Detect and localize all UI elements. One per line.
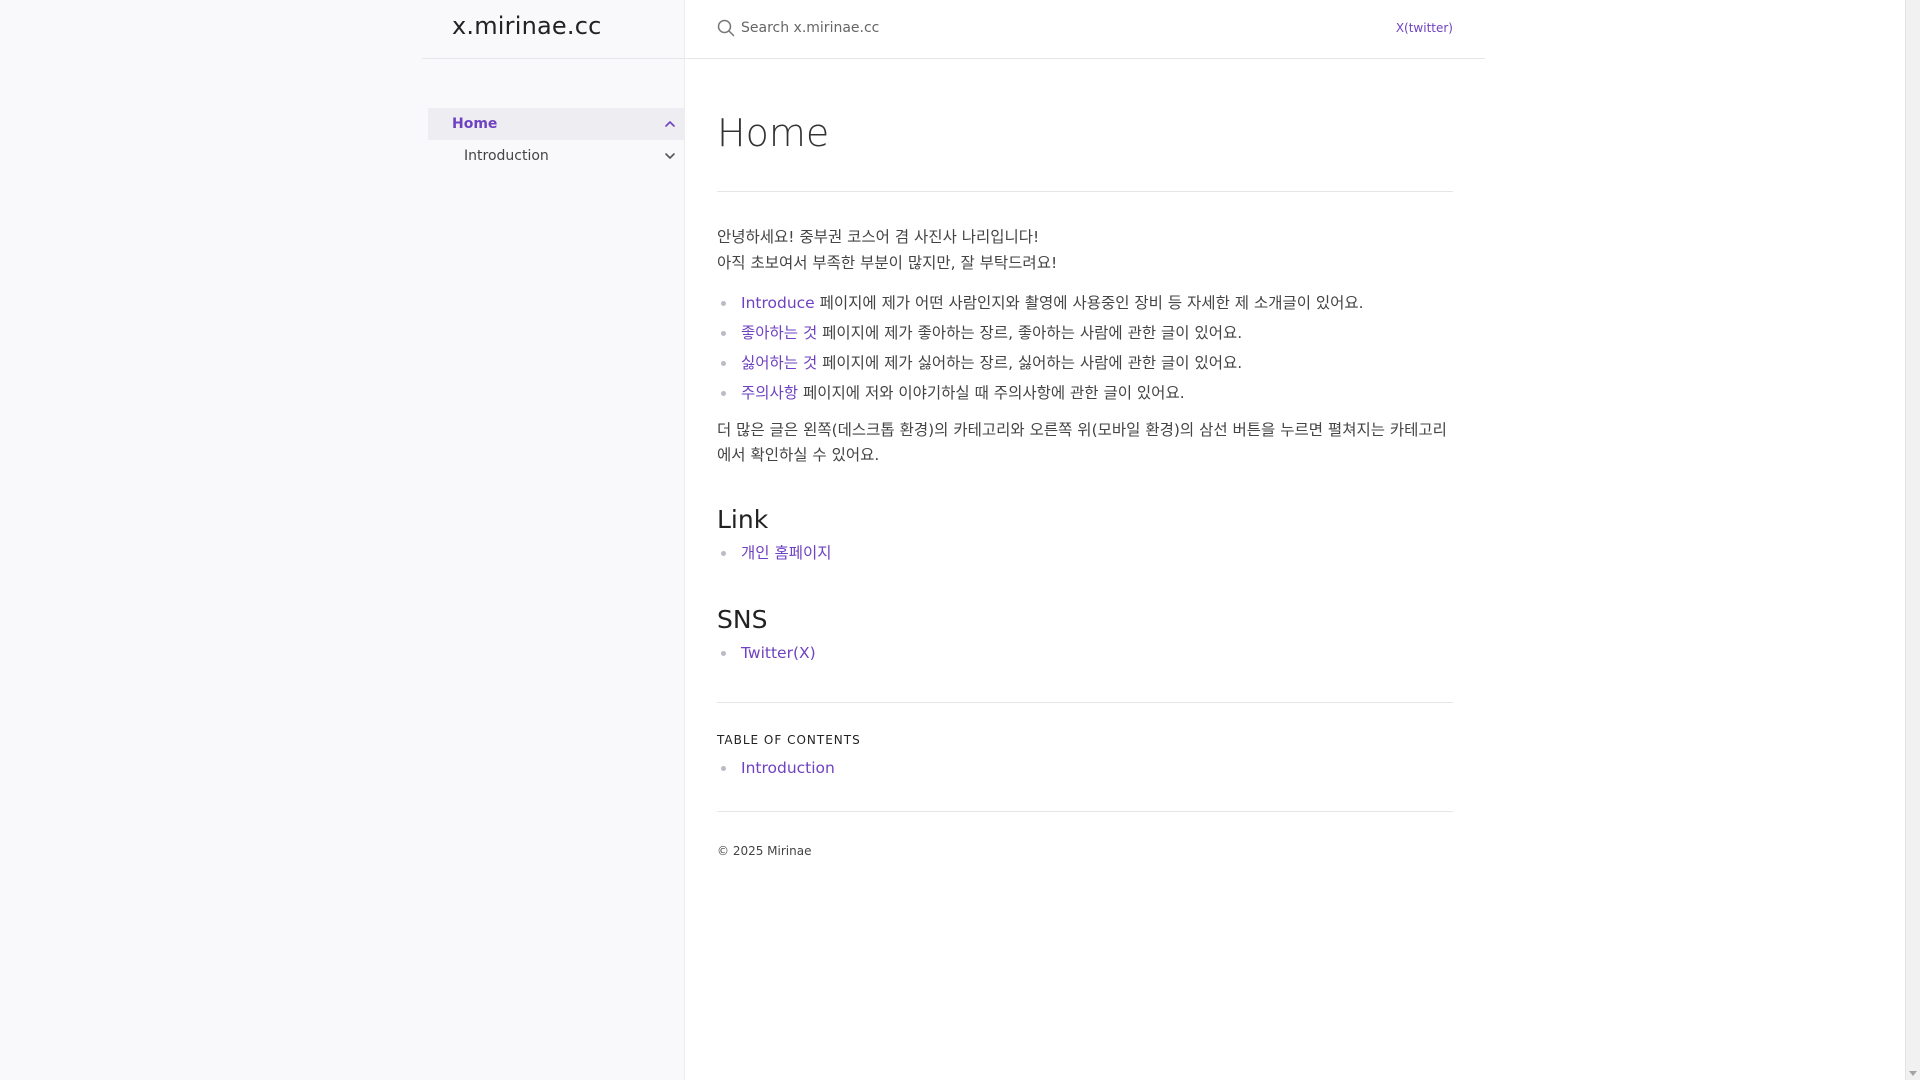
- list-item-text: 페이지에 제가 좋아하는 장르, 좋아하는 사람에 관한 글이 있어요.: [817, 324, 1243, 342]
- sidebar-item-label: Introduction: [464, 148, 549, 164]
- list-item: Introduce 페이지에 제가 어떤 사람인지와 촬영에 사용중인 장비 등…: [717, 288, 1453, 318]
- divider: [717, 702, 1453, 703]
- sidebar-item-home[interactable]: Home: [428, 108, 685, 140]
- homepage-link[interactable]: 개인 홈페이지: [741, 544, 832, 562]
- page-title: Home: [717, 109, 1453, 192]
- sidebar: x.mirinae.cc Home Introduction: [422, 0, 685, 1080]
- scroll-down-arrow-icon[interactable]: [1909, 1071, 1917, 1076]
- sns-list: Twitter(X): [717, 638, 1453, 668]
- intro-line-1: 안녕하세요! 중부권 코스어 겸 사진사 나리입니다!: [717, 228, 1040, 246]
- sns-section-heading: SNS: [717, 605, 768, 634]
- toc-list: Introduction: [717, 753, 1453, 783]
- chevron-up-icon[interactable]: [663, 117, 677, 131]
- site-brand: x.mirinae.cc: [422, 0, 685, 59]
- list-item: Twitter(X): [717, 638, 1453, 668]
- search-box[interactable]: [717, 19, 1041, 37]
- page-links-list: Introduce 페이지에 제가 어떤 사람인지와 촬영에 사용중인 장비 등…: [717, 288, 1453, 408]
- sidebar-item-label: Home: [452, 116, 498, 132]
- list-item: 개인 홈페이지: [717, 538, 1453, 568]
- link-section-heading: Link: [717, 505, 769, 534]
- toc-introduction-link[interactable]: Introduction: [741, 759, 835, 777]
- search-input[interactable]: [741, 20, 1041, 36]
- sidebar-item-introduction[interactable]: Introduction: [428, 140, 685, 172]
- top-bar: X(twitter): [685, 0, 1485, 59]
- main-content: Home 안녕하세요! 중부권 코스어 겸 사진사 나리입니다! 아직 초보여서…: [717, 59, 1453, 858]
- list-item-text: 페이지에 제가 어떤 사람인지와 촬영에 사용중인 장비 등 자세한 제 소개글…: [814, 294, 1364, 312]
- footer-copyright: © 2025 Mirinae: [717, 844, 812, 858]
- list-item: 싫어하는 것 페이지에 제가 싫어하는 장르, 싫어하는 사람에 관한 글이 있…: [717, 348, 1453, 378]
- list-item: Introduction: [717, 753, 1453, 783]
- toc-heading: TABLE OF CONTENTS: [717, 733, 861, 747]
- list-item-text: 페이지에 제가 싫어하는 장르, 싫어하는 사람에 관한 글이 있어요.: [817, 354, 1243, 372]
- intro-text: 안녕하세요! 중부권 코스어 겸 사진사 나리입니다! 아직 초보여서 부족한 …: [717, 224, 1453, 276]
- link-list: 개인 홈페이지: [717, 538, 1453, 568]
- page: x.mirinae.cc Home Introduction Search x.…: [0, 0, 1920, 1080]
- page-scrollbar[interactable]: [1905, 0, 1920, 1080]
- dislikes-link[interactable]: 싫어하는 것: [741, 354, 817, 372]
- twitter-link[interactable]: X(twitter): [1396, 21, 1453, 35]
- sidebar-nav: Home Introduction: [428, 108, 685, 172]
- list-item: 좋아하는 것 페이지에 제가 좋아하는 장르, 좋아하는 사람에 관한 글이 있…: [717, 318, 1453, 348]
- introduce-link[interactable]: Introduce: [741, 294, 815, 312]
- notice-link[interactable]: 주의사항: [741, 384, 798, 402]
- list-item-text: 페이지에 저와 이야기하실 때 주의사항에 관한 글이 있어요.: [798, 384, 1185, 402]
- likes-link[interactable]: 좋아하는 것: [741, 324, 817, 342]
- intro-line-2: 아직 초보여서 부족한 부분이 많지만, 잘 부탁드려요!: [717, 254, 1058, 272]
- search-icon: [717, 19, 735, 37]
- more-info-text: 더 많은 글은 왼쪽(데스크톱 환경)의 카테고리와 오른쪽 위(모바일 환경)…: [717, 421, 1447, 464]
- twitter-x-link[interactable]: Twitter(X): [741, 644, 816, 662]
- site-brand-link[interactable]: x.mirinae.cc: [452, 12, 602, 40]
- list-item: 주의사항 페이지에 저와 이야기하실 때 주의사항에 관한 글이 있어요.: [717, 378, 1453, 408]
- divider: [717, 811, 1453, 812]
- chevron-down-icon[interactable]: [663, 149, 677, 163]
